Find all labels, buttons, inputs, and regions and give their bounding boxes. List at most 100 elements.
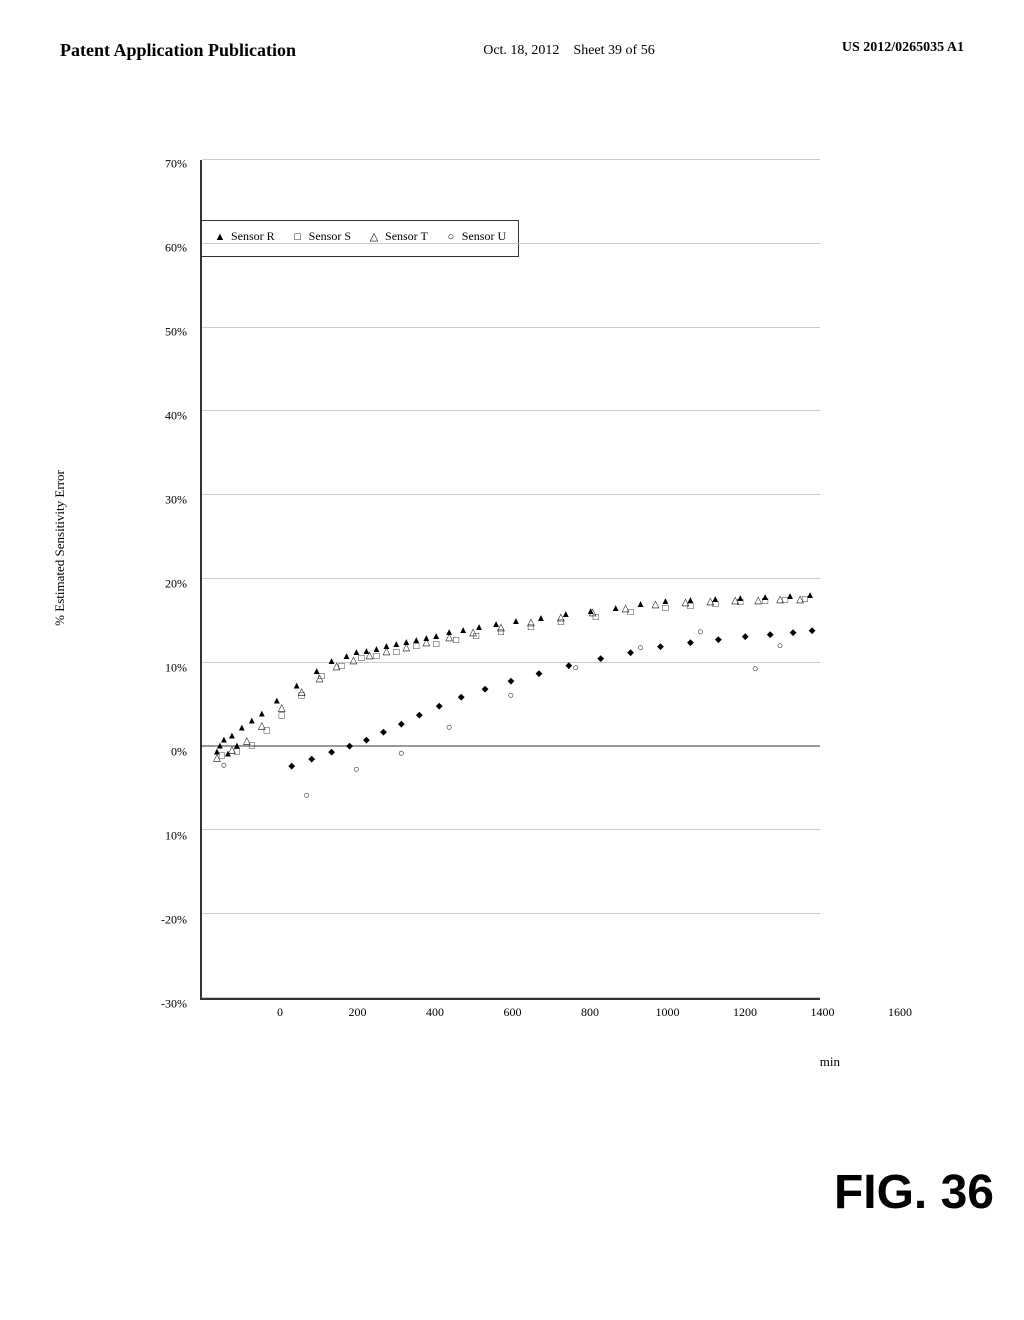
svg-text:▲: ▲ bbox=[458, 625, 468, 636]
patent-number: US 2012/0265035 A1 bbox=[842, 40, 964, 56]
svg-text:◆: ◆ bbox=[346, 741, 353, 751]
x-label-1400: 1400 bbox=[811, 1005, 835, 1020]
svg-text:◆: ◆ bbox=[482, 684, 489, 694]
svg-text:◆: ◆ bbox=[436, 701, 443, 711]
svg-text:◆: ◆ bbox=[767, 629, 774, 639]
svg-text:◆: ◆ bbox=[535, 668, 542, 678]
y-label-neg30: -30% bbox=[161, 997, 187, 1012]
svg-text:◆: ◆ bbox=[790, 627, 797, 637]
svg-text:◆: ◆ bbox=[308, 754, 315, 764]
svg-text:△: △ bbox=[445, 632, 453, 643]
svg-text:◆: ◆ bbox=[565, 660, 572, 670]
svg-text:◆: ◆ bbox=[742, 631, 749, 641]
y-label-30: 30% bbox=[165, 493, 187, 508]
x-label-1200: 1200 bbox=[733, 1005, 757, 1020]
svg-text:▲: ▲ bbox=[636, 599, 646, 610]
page-header: Patent Application Publication Oct. 18, … bbox=[0, 0, 1024, 82]
svg-text:○: ○ bbox=[303, 789, 310, 801]
svg-text:△: △ bbox=[469, 627, 477, 638]
svg-text:△: △ bbox=[243, 736, 251, 747]
x-label-200: 200 bbox=[349, 1005, 367, 1020]
svg-text:○: ○ bbox=[777, 640, 784, 652]
svg-text:△: △ bbox=[776, 594, 784, 605]
x-label-1000: 1000 bbox=[656, 1005, 680, 1020]
svg-text:△: △ bbox=[228, 745, 236, 756]
y-label-10: 10% bbox=[165, 661, 187, 676]
svg-text:□: □ bbox=[393, 647, 399, 658]
y-label-20: 20% bbox=[165, 577, 187, 592]
svg-text:◆: ◆ bbox=[627, 647, 634, 657]
svg-text:◆: ◆ bbox=[597, 653, 604, 663]
svg-text:▲: ▲ bbox=[247, 716, 257, 727]
y-axis: 70% 60% 50% 40% 30% 20% 10% 0% 10% -20% … bbox=[120, 160, 195, 1000]
svg-text:□: □ bbox=[662, 603, 668, 614]
svg-text:△: △ bbox=[557, 612, 565, 623]
svg-text:○: ○ bbox=[752, 663, 759, 675]
svg-text:◆: ◆ bbox=[416, 710, 423, 720]
y-label-70: 70% bbox=[165, 157, 187, 172]
figure-label: FIG. 36 bbox=[834, 1165, 994, 1220]
svg-text:△: △ bbox=[383, 646, 391, 657]
svg-text:◆: ◆ bbox=[687, 637, 694, 647]
svg-text:◆: ◆ bbox=[508, 676, 515, 686]
y-label-neg20: -20% bbox=[161, 913, 187, 928]
svg-text:△: △ bbox=[497, 622, 505, 633]
svg-text:◆: ◆ bbox=[328, 747, 335, 757]
y-label-neg10: 10% bbox=[165, 829, 187, 844]
x-label-1600: 1600 bbox=[888, 1005, 912, 1020]
svg-text:△: △ bbox=[333, 661, 341, 672]
x-label-0: 0 bbox=[277, 1005, 283, 1020]
svg-text:△: △ bbox=[622, 603, 630, 614]
svg-text:△: △ bbox=[316, 673, 324, 684]
svg-text:△: △ bbox=[796, 594, 804, 605]
svg-text:○: ○ bbox=[508, 690, 515, 702]
y-label-60: 60% bbox=[165, 241, 187, 256]
svg-text:○: ○ bbox=[398, 748, 405, 760]
publication-title: Patent Application Publication bbox=[60, 40, 296, 61]
svg-text:□: □ bbox=[358, 653, 364, 664]
svg-text:▲: ▲ bbox=[611, 603, 621, 614]
svg-text:△: △ bbox=[258, 721, 266, 732]
svg-text:▲: ▲ bbox=[257, 709, 267, 720]
svg-text:◆: ◆ bbox=[657, 641, 664, 651]
svg-text:△: △ bbox=[589, 607, 597, 618]
y-label-0: 0% bbox=[171, 745, 187, 760]
y-axis-title: % Estimated Sensitivity Error bbox=[52, 348, 68, 748]
y-label-50: 50% bbox=[165, 325, 187, 340]
x-label-800: 800 bbox=[581, 1005, 599, 1020]
svg-text:◆: ◆ bbox=[398, 719, 405, 729]
plot-area: ▲ ▲ ▲ ▲ ▲ ▲ ▲ ▲ ▲ ▲ ▲ ▲ ▲ ▲ ▲ ▲ ▲ ▲ ▲ ▲ … bbox=[200, 160, 820, 1000]
svg-text:○: ○ bbox=[572, 662, 579, 674]
svg-text:◆: ◆ bbox=[288, 761, 295, 771]
svg-text:▲: ▲ bbox=[237, 723, 247, 734]
svg-text:○: ○ bbox=[637, 642, 644, 654]
svg-text:◆: ◆ bbox=[715, 634, 722, 644]
svg-text:△: △ bbox=[527, 617, 535, 628]
svg-text:△: △ bbox=[707, 596, 715, 607]
x-label-400: 400 bbox=[426, 1005, 444, 1020]
svg-text:○: ○ bbox=[697, 626, 704, 638]
x-axis-unit: min bbox=[820, 1054, 840, 1070]
svg-text:□: □ bbox=[762, 596, 768, 607]
svg-text:□: □ bbox=[413, 641, 419, 652]
publication-info: Oct. 18, 2012 Sheet 39 of 56 bbox=[483, 40, 654, 62]
svg-text:△: △ bbox=[403, 642, 411, 653]
svg-text:◆: ◆ bbox=[363, 735, 370, 745]
svg-text:○: ○ bbox=[353, 764, 360, 776]
svg-text:▲: ▲ bbox=[511, 616, 521, 627]
svg-text:◆: ◆ bbox=[380, 727, 387, 737]
x-axis: 0 200 400 600 800 1000 1200 1400 1600 bbox=[200, 1000, 820, 1040]
svg-text:△: △ bbox=[366, 650, 374, 661]
svg-text:△: △ bbox=[731, 595, 739, 606]
svg-text:○: ○ bbox=[446, 722, 453, 734]
svg-text:▲: ▲ bbox=[536, 613, 546, 624]
svg-text:◆: ◆ bbox=[809, 625, 816, 635]
svg-text:△: △ bbox=[350, 655, 358, 666]
svg-text:△: △ bbox=[652, 599, 660, 610]
scatter-plot: ▲ ▲ ▲ ▲ ▲ ▲ ▲ ▲ ▲ ▲ ▲ ▲ ▲ ▲ ▲ ▲ ▲ ▲ ▲ ▲ … bbox=[202, 160, 820, 998]
y-label-40: 40% bbox=[165, 409, 187, 424]
svg-text:△: △ bbox=[754, 595, 762, 606]
chart-container: ▲ Sensor R □ Sensor S △ Sensor T ○ Senso… bbox=[120, 160, 900, 1080]
svg-text:○: ○ bbox=[221, 760, 228, 772]
x-label-600: 600 bbox=[504, 1005, 522, 1020]
